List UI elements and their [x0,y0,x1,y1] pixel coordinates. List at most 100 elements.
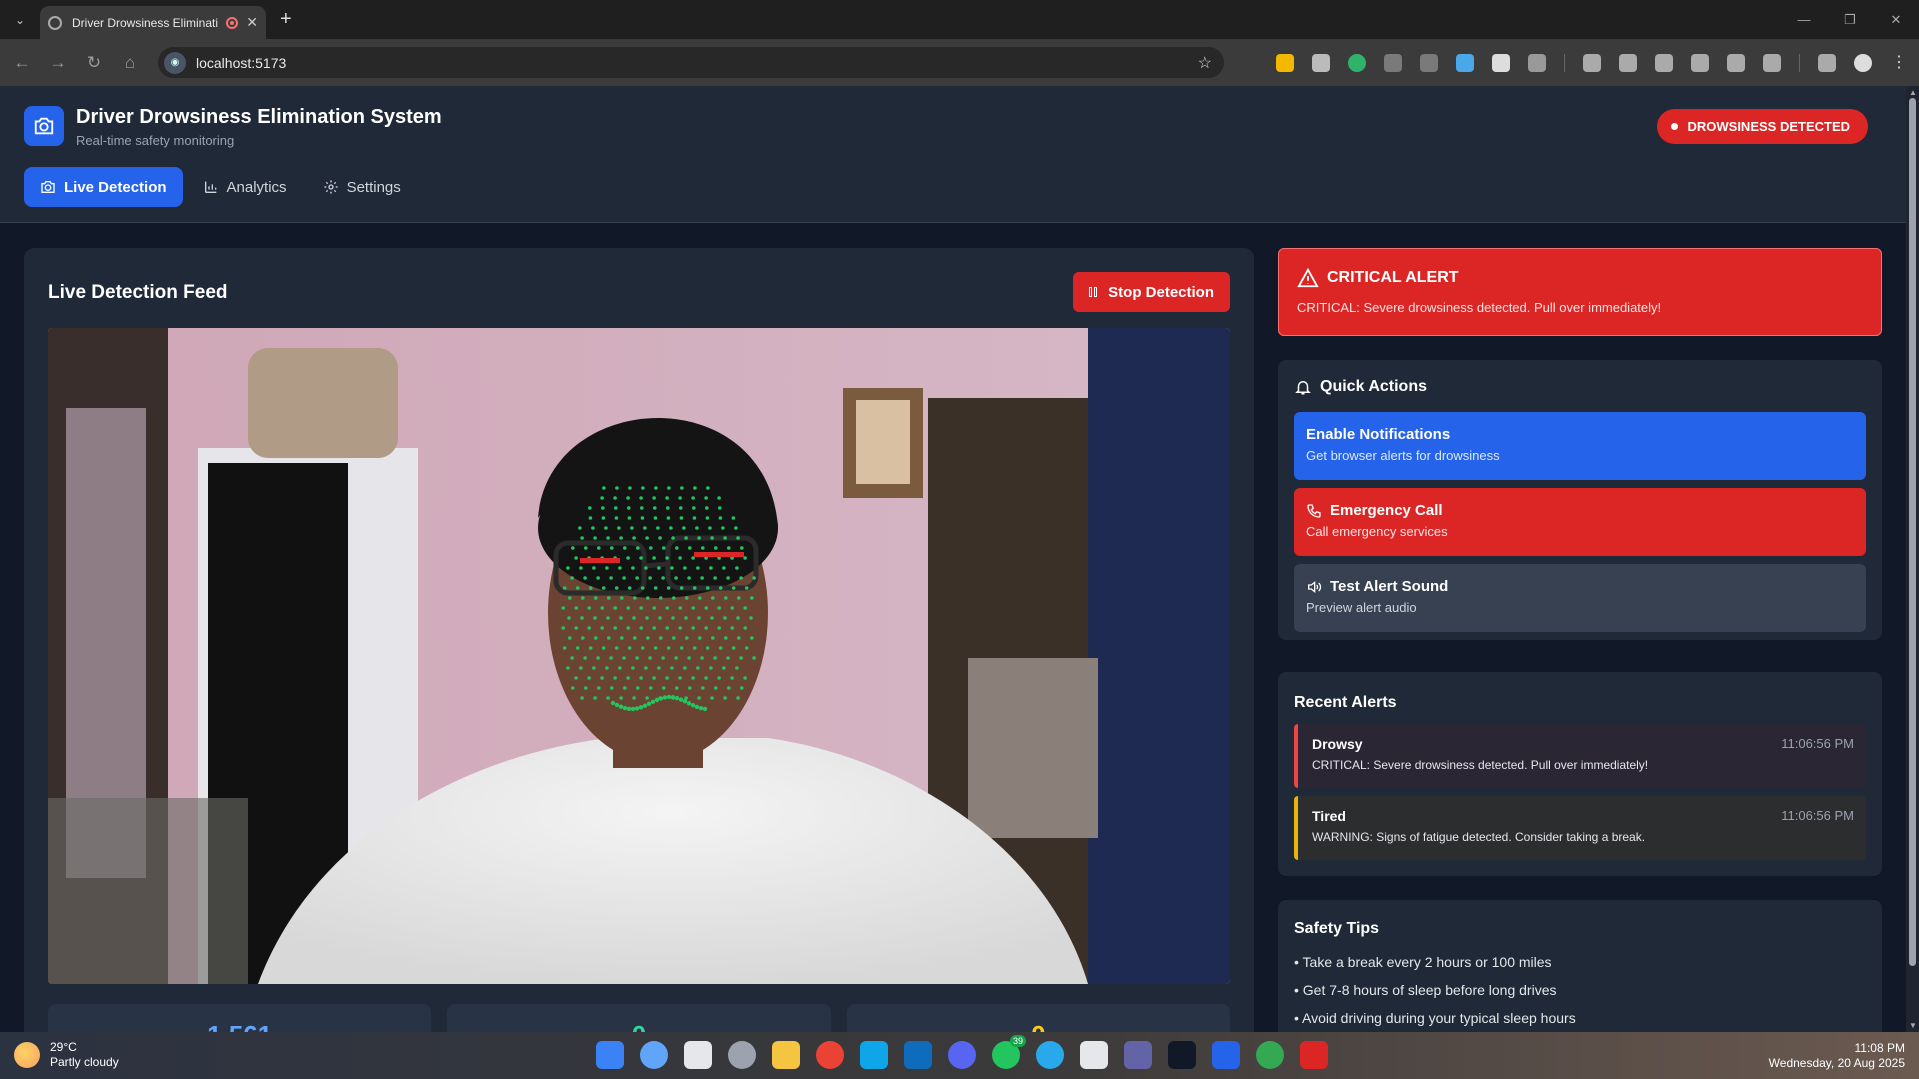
close-tab-icon[interactable]: ✕ [246,14,258,31]
app-header: Driver Drowsiness Elimination System Rea… [0,86,1906,223]
landmark-point [695,526,699,530]
landmark-point [662,695,668,700]
tab-search-icon[interactable]: ⌄ [8,8,32,32]
landmark-point [622,576,626,580]
favorites-icon[interactable] [1619,53,1637,72]
landmark-point [670,566,674,570]
pause-icon [1089,287,1099,297]
landmark-point [594,596,598,600]
browser-tab[interactable]: Driver Drowsiness Eliminatio ✕ [40,6,266,39]
extension-icon[interactable] [1348,53,1366,72]
scroll-up-icon[interactable]: ▲ [1909,88,1917,97]
reload-button[interactable]: ↻ [76,53,112,73]
landmark-point [665,606,669,610]
system-clock[interactable]: 11:08 PM Wednesday, 20 Aug 2025 [1769,1041,1905,1071]
tools-icon[interactable] [1691,53,1709,72]
tab-live-detection[interactable]: Live Detection [24,167,183,207]
history-icon[interactable] [1655,53,1673,72]
more-menu-icon[interactable]: ⋮ [1890,54,1908,72]
landmark-point [749,616,753,620]
outlook-icon[interactable] [904,1041,932,1069]
landmark-point [626,606,630,610]
teams-icon[interactable] [1124,1041,1152,1069]
telegram-icon[interactable] [1036,1041,1064,1069]
start-icon[interactable] [596,1041,624,1069]
landmark-point [575,586,580,590]
landmark-point [717,606,721,610]
store-icon[interactable] [684,1041,712,1069]
landmark-point [704,606,708,610]
landmark-point [639,496,643,500]
extension-icon[interactable] [1456,53,1474,72]
safety-tips-title: Safety Tips [1294,920,1380,937]
home-button[interactable]: ⌂ [112,53,148,73]
landmark-point [692,586,697,590]
tab-analytics[interactable]: Analytics [187,167,303,207]
close-window-button[interactable]: ✕ [1873,0,1919,39]
chrome-profile-icon[interactable] [1256,1041,1284,1069]
landmark-point [700,656,704,660]
tab-settings[interactable]: Settings [307,167,417,207]
discord-icon[interactable] [948,1041,976,1069]
landmark-point [617,526,621,530]
whatsapp-icon[interactable]: 39 [992,1035,1026,1069]
landmark-point [691,676,695,680]
landmark-point [652,676,656,680]
minimize-button[interactable]: — [1781,0,1827,39]
weather-temp: 29°C [50,1040,77,1054]
landmark-point [724,596,728,600]
stop-detection-button[interactable]: Stop Detection [1073,272,1230,312]
landmark-point [619,696,623,700]
landmark-point [694,704,700,710]
landmark-point [702,706,708,712]
landmark-point [620,636,624,640]
scroll-down-icon[interactable]: ▼ [1909,1021,1917,1030]
weather-widget[interactable]: 29°C Partly cloudy [14,1040,119,1070]
scrollbar-thumb[interactable] [1909,98,1916,966]
landmark-point [683,666,687,670]
download-icon[interactable] [1818,53,1836,72]
puzzle-icon[interactable] [1528,53,1546,72]
enable-notifications-button[interactable]: Enable Notifications Get browser alerts … [1294,412,1866,480]
new-tab-button[interactable]: + [280,8,292,31]
landmark-point [614,702,620,708]
landmark-point [570,656,574,660]
landmark-point [723,536,727,540]
profile-avatar[interactable] [1854,53,1872,72]
notion-extension-icon[interactable] [1312,53,1330,72]
landmark-point [667,486,671,490]
url-text: localhost:5173 [196,54,287,71]
landmark-point [652,606,656,610]
key-icon[interactable] [1583,53,1601,72]
extension-icon[interactable] [1384,53,1402,72]
landmark-point [645,536,649,540]
acrobat-icon[interactable] [1300,1041,1328,1069]
back-button[interactable]: ← [4,53,40,73]
emergency-call-button[interactable]: Emergency Call Call emergency services [1294,488,1866,556]
extension-icon[interactable] [1420,53,1438,72]
landmark-point [714,546,718,550]
onedrive-icon[interactable] [860,1041,888,1069]
site-info-icon[interactable]: ◉ [164,51,186,74]
location-icon[interactable] [1727,53,1745,72]
notion-icon[interactable] [1080,1041,1108,1069]
file-explorer-icon[interactable] [772,1041,800,1069]
extension-icon[interactable] [1492,53,1510,72]
test-alert-sound-button[interactable]: Test Alert Sound Preview alert audio [1294,564,1866,632]
app-icon[interactable] [1168,1041,1196,1069]
restore-button[interactable]: ❐ [1827,0,1873,39]
settings-app-icon[interactable] [728,1041,756,1069]
address-bar[interactable]: ◉ localhost:5173 ☆ [158,47,1224,78]
alert-item: Drowsy 11:06:56 PM CRITICAL: Severe drow… [1294,724,1866,788]
search-icon[interactable] [640,1041,668,1069]
page-scrollbar[interactable]: ▲ ▼ [1906,86,1919,1032]
card-icon[interactable] [1763,53,1781,72]
landmark-point [704,496,708,500]
bookmark-star-icon[interactable]: ☆ [1198,53,1212,73]
chrome-icon[interactable] [816,1041,844,1069]
forward-button[interactable]: → [40,53,76,73]
extension-icon[interactable] [1276,53,1294,72]
landmark-point [627,646,632,650]
vscode-icon[interactable] [1212,1041,1240,1069]
landmark-point [610,700,616,706]
